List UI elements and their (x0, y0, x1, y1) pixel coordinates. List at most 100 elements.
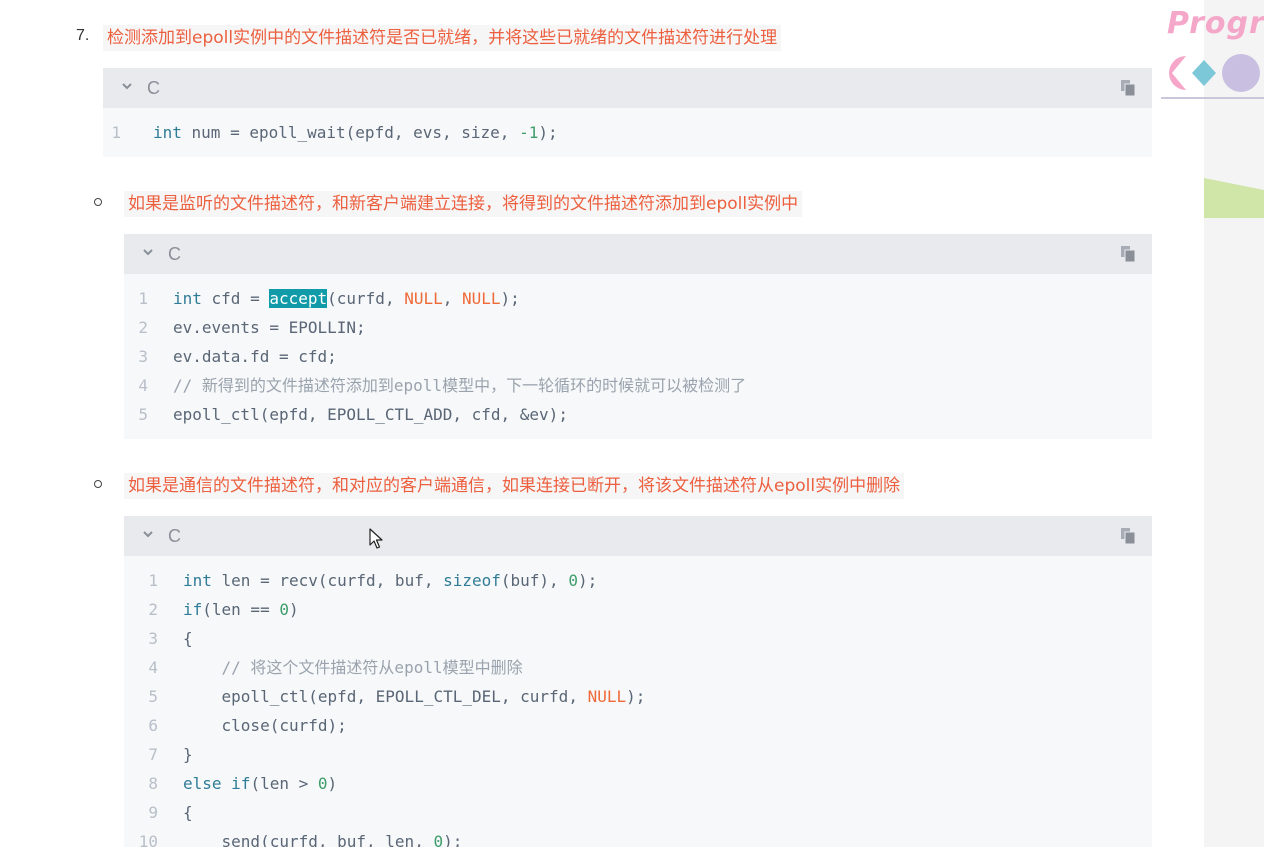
code-text: if(len == 0) (183, 595, 299, 624)
line-number: 6 (148, 716, 158, 735)
code-line: 5 epoll_ctl(epfd, EPOLL_CTL_ADD, cfd, &ev… (124, 400, 568, 429)
code-token: close(curfd); (183, 716, 347, 735)
green-decoration (1204, 178, 1264, 218)
code-text: } (183, 740, 193, 769)
code-line: 9{ (124, 798, 192, 827)
code-token: ) (327, 774, 338, 793)
step7-heading: 检测添加到epoll实例中的文件描述符是否已就绪，并将这些已就绪的文件描述符进行… (103, 25, 782, 51)
copy-icon[interactable] (1120, 79, 1136, 97)
code-token: (curfd, (327, 289, 405, 308)
line-number: 5 (148, 687, 158, 706)
code-token: NULL (404, 289, 443, 308)
chevron-down-icon[interactable] (142, 528, 154, 540)
code-token: NULL (587, 687, 627, 706)
code-text: int len = recv(curfd, buf, sizeof(buf), … (183, 566, 597, 595)
code-token: ev.data.fd = cfd; (173, 347, 337, 366)
right-panel (1204, 0, 1264, 847)
brand-shapes-logo (1169, 54, 1260, 92)
code-text: int num = epoll_wait(epfd, evs, size, -1… (153, 118, 558, 147)
code-line: 5 epoll_ctl(epfd, EPOLL_CTL_DEL, curfd, … (124, 682, 645, 711)
line-number: 5 (138, 405, 148, 424)
code-line: 3 ev.data.fd = cfd; (124, 342, 336, 371)
code-token: cfd = (201, 289, 270, 308)
line-number: 2 (138, 318, 148, 337)
code-token: if (183, 600, 203, 619)
code-token: ); (443, 832, 463, 847)
code-text: int cfd = accept(curfd, NULL, NULL); (173, 284, 520, 313)
code-block-step7: C 1 int num = epoll_wait(epfd, evs, size,… (103, 68, 1152, 157)
code-token: epoll_ctl(epfd, EPOLL_CTL_DEL, curfd, (183, 687, 588, 706)
code-token: } (183, 745, 193, 764)
code-line: 10 send(curfd, buf, len, 0); (124, 827, 463, 847)
code-line: 2 if(len == 0) (124, 595, 298, 624)
code-token: // 新得到的文件描述符添加到epoll模型中，下一轮循环的时候就可以被检测了 (173, 376, 747, 395)
line-number: 4 (148, 658, 158, 677)
brand-divider (1161, 97, 1264, 99)
code-token: int (183, 571, 212, 590)
code-token: (len == (202, 600, 280, 619)
code-text: epoll_ctl(epfd, EPOLL_CTL_ADD, cfd, &ev)… (173, 400, 568, 429)
line-number: 9 (148, 803, 158, 822)
code-token: ); (577, 571, 598, 590)
code-token: sizeof (443, 571, 501, 590)
code-token: { (183, 629, 193, 648)
code-text: close(curfd); (183, 711, 347, 740)
code-line: 1 int cfd = accept(curfd, NULL, NULL); (124, 284, 520, 313)
code-token: 0 (433, 832, 444, 847)
code-block-bullet2: C 1 int len = recv(curfd, buf, sizeof(buf… (124, 516, 1152, 847)
code-line: 1 int len = recv(curfd, buf, sizeof(buf),… (124, 566, 597, 595)
brand-logo-text: Program (1167, 6, 1264, 41)
code-block-header: C (124, 234, 1152, 274)
line-number: 8 (148, 774, 158, 793)
code-block-bullet1: C 1 int cfd = accept(curfd, NULL, NULL); 2… (124, 234, 1152, 439)
code-token: , (442, 289, 462, 308)
code-token: num = epoll_wait(epfd, evs, size, (181, 123, 520, 142)
code-token: len = recv(curfd, buf, (211, 571, 444, 590)
line-number: 1 (111, 123, 121, 142)
code-text: { (183, 798, 193, 827)
bullet-marker (94, 480, 102, 488)
bullet1-text: 如果是监听的文件描述符，和新客户端建立连接，将得到的文件描述符添加到epoll实… (124, 191, 803, 217)
code-block-header: C (103, 68, 1152, 108)
code-line: 2 ev.events = EPOLLIN; (124, 313, 365, 342)
code-line: 8 else if(len > 0) (124, 769, 337, 798)
code-line: 4 // 新得到的文件描述符添加到epoll模型中，下一轮循环的时候就可以被检测了 (124, 371, 746, 400)
code-text: else if(len > 0) (183, 769, 337, 798)
code-token: int (153, 123, 182, 142)
code-text: send(curfd, buf, len, 0); (183, 827, 463, 847)
code-token: (buf), (500, 571, 569, 590)
code-line: 6 close(curfd); (124, 711, 346, 740)
mouse-cursor-icon (369, 528, 383, 549)
line-number: 3 (148, 629, 158, 648)
code-line: 4 // 将这个文件描述符从epoll模型中删除 (124, 653, 522, 682)
code-token: 0 (279, 600, 289, 619)
code-text: { (183, 624, 193, 653)
code-language-label: C (168, 526, 181, 546)
line-number: 1 (138, 289, 148, 308)
code-text: epoll_ctl(epfd, EPOLL_CTL_DEL, curfd, NU… (183, 682, 646, 711)
bullet-marker (94, 198, 102, 206)
code-token: NULL (462, 289, 501, 308)
code-token: ) (288, 600, 299, 619)
chevron-down-icon[interactable] (142, 246, 154, 258)
code-token: epoll_ctl(epfd, EPOLL_CTL_ADD, cfd, &ev)… (173, 405, 568, 424)
code-text: // 将这个文件描述符从epoll模型中删除 (183, 653, 523, 682)
code-token: else (183, 774, 222, 793)
code-block-header: C (124, 516, 1152, 556)
code-token: { (183, 803, 193, 822)
line-number: 2 (148, 600, 158, 619)
line-number: 3 (138, 347, 148, 366)
line-number: 10 (138, 832, 158, 847)
code-token: ); (500, 289, 520, 308)
code-token: if (231, 774, 251, 793)
code-token: ); (626, 687, 646, 706)
code-token: send(curfd, buf, len, (183, 832, 434, 847)
chevron-down-icon[interactable] (121, 80, 133, 92)
code-token: ); (538, 123, 558, 142)
copy-icon[interactable] (1120, 245, 1136, 263)
code-text: // 新得到的文件描述符添加到epoll模型中，下一轮循环的时候就可以被检测了 (173, 371, 746, 400)
copy-icon[interactable] (1120, 527, 1136, 545)
code-language-label: C (168, 244, 181, 264)
